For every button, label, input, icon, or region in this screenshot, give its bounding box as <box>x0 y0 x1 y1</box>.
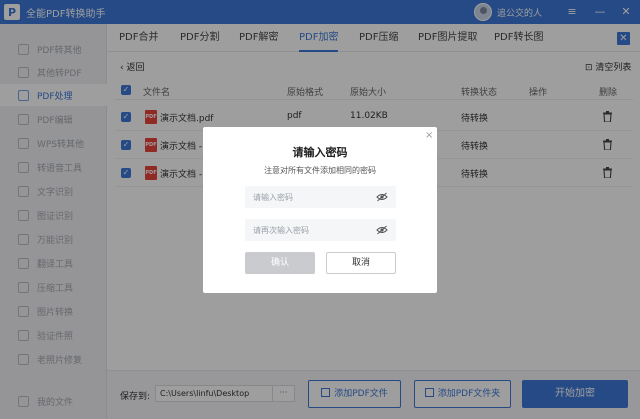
password-field <box>245 186 396 208</box>
dialog-title: 请输入密码 <box>292 146 348 159</box>
dialog-subtitle: 注意对所有文件添加相同的密码 <box>264 166 376 175</box>
confirm-password-field <box>245 219 396 241</box>
eye-hidden-icon[interactable] <box>376 192 388 202</box>
close-icon[interactable]: × <box>425 130 433 141</box>
cancel-button[interactable]: 取消 <box>326 252 396 274</box>
confirm-password-input[interactable] <box>245 219 365 241</box>
password-dialog: × 请输入密码 注意对所有文件添加相同的密码 确认 取消 <box>203 127 437 293</box>
confirm-button[interactable]: 确认 <box>245 252 315 274</box>
password-input[interactable] <box>245 186 365 208</box>
eye-hidden-icon[interactable] <box>376 225 388 235</box>
